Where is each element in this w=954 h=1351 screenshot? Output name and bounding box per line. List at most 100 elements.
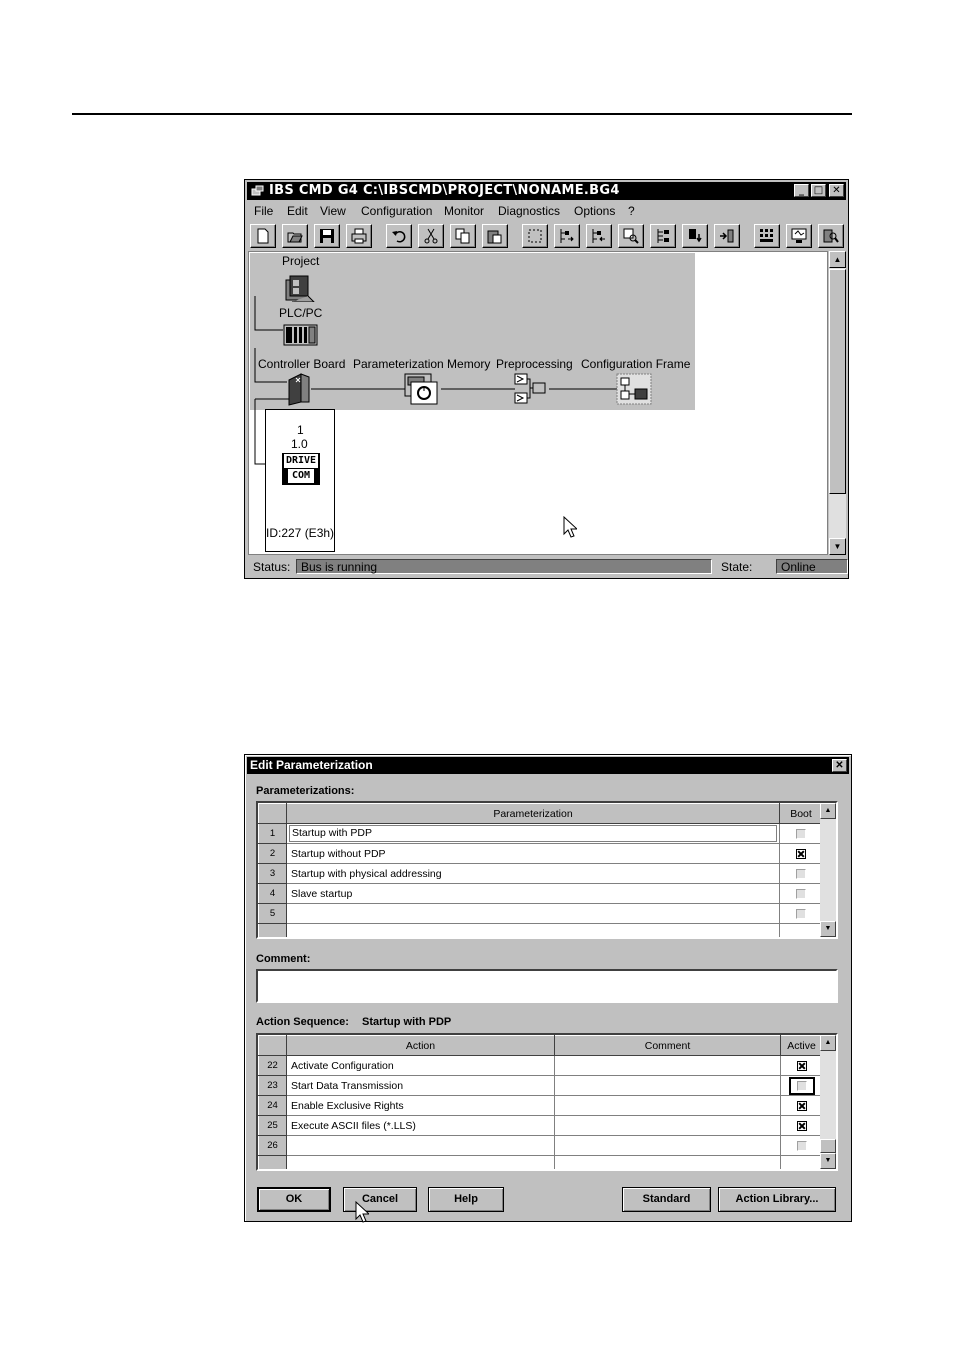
plc-icon[interactable] bbox=[283, 323, 319, 347]
parameterizations-grid[interactable]: Parameterization Boot 1 Startup with PDP… bbox=[256, 801, 838, 939]
param-name-cell[interactable]: Startup without PDP bbox=[286, 843, 780, 864]
param-name-cell[interactable]: Startup with physical addressing bbox=[286, 863, 780, 884]
active-cell[interactable] bbox=[780, 1135, 823, 1156]
menu-monitor[interactable]: Monitor bbox=[444, 204, 484, 218]
table-row-empty[interactable] bbox=[258, 1155, 823, 1169]
cut-icon[interactable] bbox=[418, 224, 444, 248]
boot-checkbox[interactable] bbox=[796, 848, 806, 859]
scroll-up-icon[interactable]: ▲ bbox=[820, 803, 836, 819]
active-col-header[interactable]: Active bbox=[780, 1035, 823, 1056]
table-row[interactable]: 5 bbox=[258, 903, 823, 924]
undo-icon[interactable] bbox=[386, 224, 412, 248]
active-checkbox[interactable] bbox=[796, 1120, 807, 1131]
copy-icon[interactable] bbox=[450, 224, 476, 248]
menu-diagnostics[interactable]: Diagnostics bbox=[498, 204, 560, 218]
action-cell[interactable] bbox=[286, 1135, 555, 1156]
action-col-header[interactable]: Action bbox=[286, 1035, 555, 1056]
scroll-down-icon[interactable]: ▼ bbox=[820, 921, 836, 937]
find-device-icon[interactable] bbox=[618, 224, 644, 248]
close-icon[interactable]: ✕ bbox=[829, 184, 844, 197]
param-col-header[interactable]: Parameterization bbox=[286, 803, 780, 824]
empty-cell[interactable] bbox=[286, 1155, 555, 1169]
device-right-icon[interactable] bbox=[714, 224, 740, 248]
boot-cell[interactable] bbox=[779, 883, 823, 904]
project-tree-view[interactable]: Project PLC/PC Controller Board Paramete… bbox=[248, 251, 828, 555]
boot-cell[interactable] bbox=[779, 843, 823, 864]
select-icon[interactable] bbox=[522, 224, 548, 248]
device-box[interactable]: 1 1.0 DRIVE COM ID:227 (E3h) bbox=[265, 409, 335, 552]
menu-edit[interactable]: Edit bbox=[287, 204, 308, 218]
bus-grid-icon[interactable] bbox=[754, 224, 780, 248]
window-titlebar[interactable]: IBS CMD G4 C:\IBSCMD\PROJECT\NONAME.BG4 … bbox=[247, 182, 846, 200]
insert-below-icon[interactable] bbox=[586, 224, 612, 248]
maximize-icon[interactable]: □ bbox=[811, 184, 826, 197]
active-cell[interactable] bbox=[780, 1095, 823, 1116]
action-library-button[interactable]: Action Library... bbox=[718, 1187, 836, 1212]
config-frame-icon[interactable] bbox=[615, 372, 653, 406]
monitor-icon[interactable] bbox=[786, 224, 812, 248]
action-cell[interactable]: Enable Exclusive Rights bbox=[286, 1095, 555, 1116]
action-cell[interactable]: Start Data Transmission bbox=[286, 1075, 555, 1096]
table-row[interactable]: 23 Start Data Transmission bbox=[258, 1075, 823, 1096]
param-name-cell[interactable]: Startup with PDP bbox=[286, 823, 780, 844]
print-icon[interactable] bbox=[346, 224, 372, 248]
action-comment-cell[interactable] bbox=[554, 1135, 781, 1156]
comment-input[interactable] bbox=[256, 969, 838, 1003]
empty-cell[interactable] bbox=[286, 923, 780, 937]
active-checkbox[interactable] bbox=[796, 1100, 807, 1111]
scroll-thumb[interactable] bbox=[820, 1139, 836, 1153]
scroll-down-icon[interactable]: ▼ bbox=[820, 1153, 836, 1169]
table-row[interactable]: 25 Execute ASCII files (*.LLS) bbox=[258, 1115, 823, 1136]
open-folder-icon[interactable] bbox=[282, 224, 308, 248]
action-comment-cell[interactable] bbox=[554, 1115, 781, 1136]
menu-view[interactable]: View bbox=[320, 204, 346, 218]
table-row[interactable]: 24 Enable Exclusive Rights bbox=[258, 1095, 823, 1116]
actions-scrollbar[interactable]: ▲ ▼ bbox=[820, 1035, 836, 1169]
insert-after-icon[interactable] bbox=[554, 224, 580, 248]
boot-checkbox[interactable] bbox=[796, 908, 806, 919]
new-file-icon[interactable] bbox=[250, 224, 276, 248]
table-row[interactable]: 3 Startup with physical addressing bbox=[258, 863, 823, 884]
boot-checkbox[interactable] bbox=[796, 888, 806, 899]
paste-icon[interactable] bbox=[482, 224, 508, 248]
tree-icon[interactable] bbox=[650, 224, 676, 248]
scroll-thumb[interactable] bbox=[829, 269, 846, 494]
param-name-cell[interactable] bbox=[286, 903, 780, 924]
dialog-titlebar[interactable]: Edit Parameterization ✕ bbox=[247, 757, 849, 774]
table-row[interactable]: 4 Slave startup bbox=[258, 883, 823, 904]
boot-cell[interactable] bbox=[779, 823, 823, 844]
action-cell[interactable]: Execute ASCII files (*.LLS) bbox=[286, 1115, 555, 1136]
active-checkbox[interactable] bbox=[796, 1140, 807, 1151]
boot-checkbox[interactable] bbox=[796, 868, 806, 879]
table-row[interactable]: 26 bbox=[258, 1135, 823, 1156]
help-button[interactable]: Help bbox=[428, 1187, 504, 1212]
actions-grid[interactable]: Action Comment Active 22 Activate Config… bbox=[256, 1033, 838, 1171]
table-row[interactable]: 1 Startup with PDP bbox=[258, 823, 823, 844]
device-down-icon[interactable] bbox=[682, 224, 708, 248]
param-memory-icon[interactable] bbox=[403, 372, 439, 406]
minimize-icon[interactable]: _ bbox=[794, 184, 809, 197]
scroll-down-icon[interactable]: ▼ bbox=[829, 538, 846, 555]
boot-checkbox[interactable] bbox=[796, 828, 806, 839]
menu-file[interactable]: File bbox=[254, 204, 273, 218]
action-comment-cell[interactable] bbox=[554, 1055, 781, 1076]
menu-configuration[interactable]: Configuration bbox=[361, 204, 432, 218]
active-cell[interactable] bbox=[780, 1055, 823, 1076]
empty-cell[interactable] bbox=[780, 1155, 823, 1169]
boot-col-header[interactable]: Boot bbox=[779, 803, 823, 824]
project-icon[interactable] bbox=[282, 272, 316, 302]
table-row-empty[interactable] bbox=[258, 923, 823, 937]
menu-options[interactable]: Options bbox=[574, 204, 615, 218]
active-cell[interactable] bbox=[780, 1115, 823, 1136]
preprocessing-icon[interactable] bbox=[513, 372, 549, 406]
dialog-close-icon[interactable]: ✕ bbox=[832, 759, 847, 772]
param-name-cell[interactable]: Slave startup bbox=[286, 883, 780, 904]
tree-vertical-scrollbar[interactable]: ▲ ▼ bbox=[829, 251, 846, 555]
empty-cell[interactable] bbox=[779, 923, 823, 937]
action-comment-cell[interactable] bbox=[554, 1095, 781, 1116]
scroll-up-icon[interactable]: ▲ bbox=[820, 1035, 836, 1051]
comment-col-header[interactable]: Comment bbox=[554, 1035, 781, 1056]
standard-button[interactable]: Standard bbox=[622, 1187, 711, 1212]
empty-cell[interactable] bbox=[554, 1155, 781, 1169]
active-cell[interactable] bbox=[780, 1075, 823, 1096]
